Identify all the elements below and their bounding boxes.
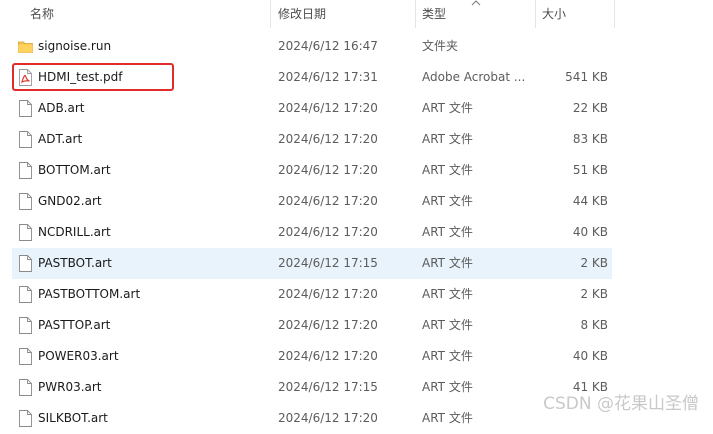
file-name: NCDRILL.art bbox=[38, 225, 111, 239]
file-icon bbox=[18, 131, 33, 148]
file-date: 2024/6/12 17:20 bbox=[278, 132, 378, 146]
column-divider[interactable] bbox=[415, 0, 416, 28]
file-icon bbox=[18, 348, 33, 365]
sort-up-icon bbox=[471, 0, 481, 6]
file-type: 文件夹 bbox=[422, 39, 459, 53]
file-icon bbox=[18, 317, 33, 334]
column-header-type[interactable]: 类型 bbox=[422, 0, 446, 28]
file-row[interactable]: ADT.art 2024/6/12 17:20 ART 文件 83 KB bbox=[12, 124, 612, 155]
file-size: 541 KB bbox=[565, 70, 608, 84]
column-divider[interactable] bbox=[270, 0, 271, 28]
file-date: 2024/6/12 17:20 bbox=[278, 225, 378, 239]
column-header-size[interactable]: 大小 bbox=[542, 0, 566, 28]
file-type: ART 文件 bbox=[422, 194, 473, 208]
column-divider[interactable] bbox=[614, 0, 615, 28]
file-date: 2024/6/12 17:20 bbox=[278, 194, 378, 208]
file-name: SILKBOT.art bbox=[38, 411, 108, 425]
file-size: 22 KB bbox=[572, 101, 608, 115]
file-row[interactable]: SILKBOT.art 2024/6/12 17:20 ART 文件 bbox=[12, 403, 612, 434]
file-row[interactable]: NCDRILL.art 2024/6/12 17:20 ART 文件 40 KB bbox=[12, 217, 612, 248]
file-date: 2024/6/12 17:20 bbox=[278, 318, 378, 332]
file-row[interactable]: PASTBOTTOM.art 2024/6/12 17:20 ART 文件 2 KB bbox=[12, 279, 612, 310]
file-type: ART 文件 bbox=[422, 163, 473, 177]
file-name: PWR03.art bbox=[38, 380, 102, 394]
highlight-box bbox=[12, 63, 174, 91]
file-date: 2024/6/12 17:20 bbox=[278, 287, 378, 301]
file-type: ART 文件 bbox=[422, 132, 473, 146]
file-name: PASTBOTTOM.art bbox=[38, 287, 141, 301]
file-type: ART 文件 bbox=[422, 318, 473, 332]
file-type: ART 文件 bbox=[422, 380, 473, 394]
file-date: 2024/6/12 17:20 bbox=[278, 411, 378, 425]
file-date: 2024/6/12 17:20 bbox=[278, 163, 378, 177]
file-row[interactable]: GND02.art 2024/6/12 17:20 ART 文件 44 KB bbox=[12, 186, 612, 217]
file-size bbox=[532, 31, 608, 62]
file-icon bbox=[18, 193, 33, 210]
file-icon bbox=[18, 410, 33, 427]
file-type: ART 文件 bbox=[422, 101, 473, 115]
file-type: Adobe Acrobat ... bbox=[422, 70, 526, 84]
file-icon bbox=[18, 286, 33, 303]
file-row[interactable]: PWR03.art 2024/6/12 17:15 ART 文件 41 KB bbox=[12, 372, 612, 403]
file-row[interactable]: PASTBOT.art 2024/6/12 17:15 ART 文件 2 KB bbox=[12, 248, 612, 279]
column-divider[interactable] bbox=[535, 0, 536, 28]
column-header: 名称 修改日期 类型 大小 bbox=[0, 0, 713, 30]
column-header-name[interactable]: 名称 bbox=[30, 0, 54, 28]
file-icon bbox=[18, 100, 33, 117]
file-type: ART 文件 bbox=[422, 225, 473, 239]
file-row[interactable]: PASTTOP.art 2024/6/12 17:20 ART 文件 8 KB bbox=[12, 310, 612, 341]
file-type: ART 文件 bbox=[422, 349, 473, 363]
file-name: signoise.run bbox=[38, 39, 112, 53]
file-date: 2024/6/12 17:20 bbox=[278, 101, 378, 115]
file-name: ADT.art bbox=[38, 132, 83, 146]
file-row[interactable]: signoise.run 2024/6/12 16:47 文件夹 bbox=[12, 31, 612, 62]
file-date: 2024/6/12 17:20 bbox=[278, 349, 378, 363]
file-date: 2024/6/12 17:15 bbox=[278, 256, 378, 270]
file-icon bbox=[18, 255, 33, 272]
file-icon bbox=[18, 162, 33, 179]
file-name: BOTTOM.art bbox=[38, 163, 111, 177]
watermark: CSDN @花果山圣僧 bbox=[543, 394, 699, 414]
column-header-date[interactable]: 修改日期 bbox=[278, 0, 326, 28]
file-icon bbox=[18, 224, 33, 241]
file-name: GND02.art bbox=[38, 194, 102, 208]
file-row[interactable]: BOTTOM.art 2024/6/12 17:20 ART 文件 51 KB bbox=[12, 155, 612, 186]
file-size: 51 KB bbox=[572, 163, 608, 177]
file-date: 2024/6/12 16:47 bbox=[278, 39, 378, 53]
file-size: 83 KB bbox=[572, 132, 608, 146]
file-name: POWER03.art bbox=[38, 349, 119, 363]
file-name: PASTBOT.art bbox=[38, 256, 112, 270]
file-size: 8 KB bbox=[580, 318, 608, 332]
file-type: ART 文件 bbox=[422, 287, 473, 301]
file-size: 44 KB bbox=[572, 194, 608, 208]
file-type: ART 文件 bbox=[422, 411, 473, 425]
file-type: ART 文件 bbox=[422, 256, 473, 270]
folder-icon bbox=[18, 38, 33, 55]
file-name: ADB.art bbox=[38, 101, 85, 115]
file-row[interactable]: ADB.art 2024/6/12 17:20 ART 文件 22 KB bbox=[12, 93, 612, 124]
file-date: 2024/6/12 17:15 bbox=[278, 380, 378, 394]
file-size: 2 KB bbox=[580, 287, 608, 301]
file-row[interactable]: POWER03.art 2024/6/12 17:20 ART 文件 40 KB bbox=[12, 341, 612, 372]
file-name: PASTTOP.art bbox=[38, 318, 111, 332]
file-date: 2024/6/12 17:31 bbox=[278, 70, 378, 84]
file-size: 2 KB bbox=[580, 256, 608, 270]
file-size: 40 KB bbox=[572, 225, 608, 239]
file-size: 40 KB bbox=[572, 349, 608, 363]
file-icon bbox=[18, 379, 33, 396]
